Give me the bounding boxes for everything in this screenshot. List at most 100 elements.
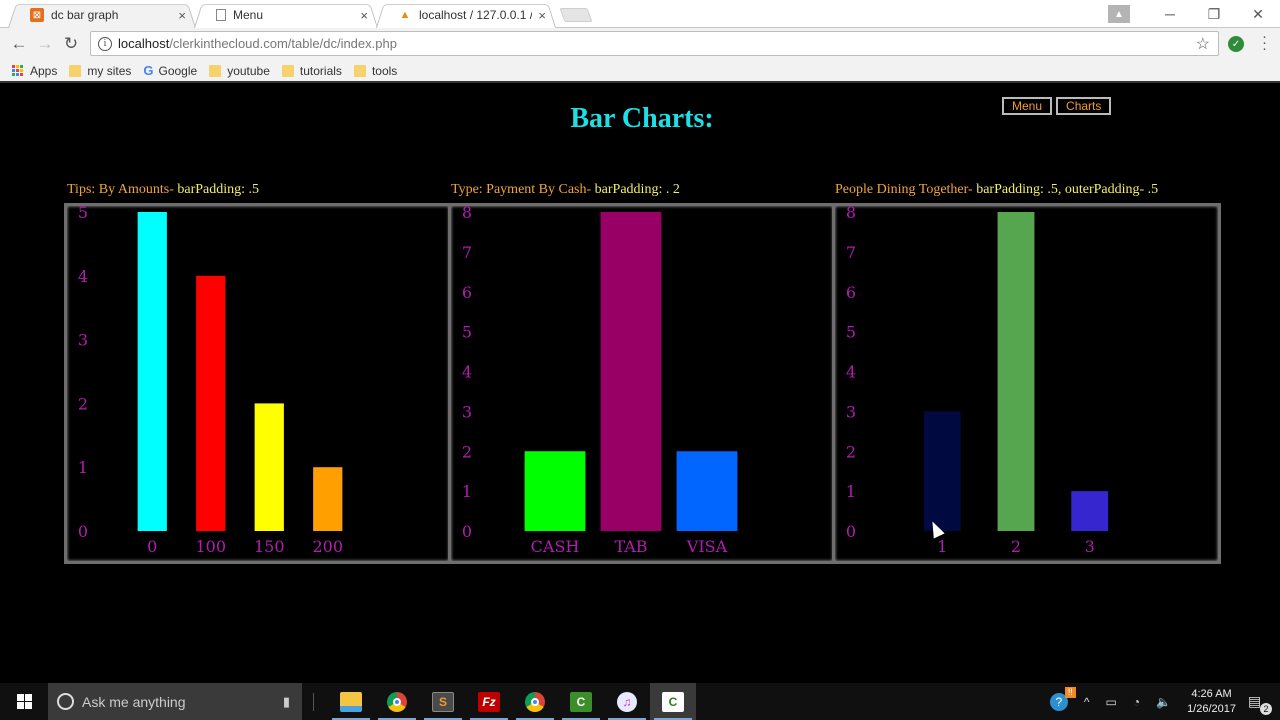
new-tab-button[interactable] (559, 8, 593, 22)
chart-title-text: Type: Payment By Cash- (451, 182, 592, 197)
windows-taskbar: Ask me anything ▮ S Fz C ♫ C ?!! ^ ▭ ◔ 🔈… (0, 683, 1280, 720)
chart-payment-type: 0 1 2 3 4 5 6 7 8 CASH TAB VISA (448, 203, 836, 564)
bookmark-label: my sites (87, 63, 132, 78)
bar-1[interactable] (923, 411, 961, 531)
bookmark-my-sites[interactable]: my sites (69, 64, 131, 78)
charts-button[interactable]: Charts (1056, 97, 1112, 115)
bookmark-google[interactable]: G Google (143, 63, 197, 78)
bookmark-tutorials[interactable]: tutorials (281, 64, 342, 78)
y-tick-label: 8 (462, 206, 472, 222)
tab-label: dc bar graph (51, 8, 119, 22)
taskbar-file-explorer[interactable] (328, 683, 374, 720)
tab-dc-bar-graph[interactable]: ⊠ dc bar graph × (8, 2, 196, 29)
help-icon[interactable]: ?!! (1049, 686, 1076, 711)
close-tab-icon[interactable]: × (360, 8, 368, 23)
menu-kebab-icon[interactable]: · · · (1262, 29, 1267, 56)
profile-icon[interactable]: ▲ (1108, 5, 1130, 23)
bar-cash[interactable] (524, 451, 586, 531)
y-tick-label: 1 (846, 482, 856, 501)
folder-icon (209, 64, 222, 77)
y-tick-label: 8 (846, 206, 856, 222)
y-tick-label: 7 (846, 243, 856, 262)
chart-title-text: Tips: By Amounts- (67, 182, 174, 197)
bar-0[interactable] (137, 212, 167, 531)
folder-icon (69, 64, 82, 77)
bookmark-youtube[interactable]: youtube (209, 64, 270, 78)
phpmyadmin-icon: ▲ (399, 9, 411, 21)
bar-100[interactable] (196, 275, 226, 531)
start-button[interactable] (0, 683, 48, 720)
y-tick-label: 5 (846, 323, 856, 342)
taskbar-chrome[interactable] (374, 683, 420, 720)
chrome-icon (387, 691, 407, 712)
y-tick-label: 5 (462, 323, 472, 342)
x-tick-label: 0 (147, 537, 157, 556)
window-controls: ▲ ─ ❐ ✕ (1108, 0, 1280, 28)
forward-button[interactable]: → (32, 34, 58, 54)
folder-icon (353, 64, 366, 77)
cortana-search[interactable]: Ask me anything ▮ (48, 683, 302, 720)
search-placeholder: Ask me anything (82, 693, 186, 710)
x-tick-label: CASH (531, 537, 580, 556)
notification-glyph: ▤ (1248, 692, 1262, 709)
taskbar-camtasia[interactable]: C (558, 683, 604, 720)
address-bar[interactable]: i localhost/clerkinthecloud.com/table/dc… (90, 31, 1219, 56)
reload-button[interactable]: ↻ (58, 34, 84, 54)
taskbar-itunes[interactable]: ♫ (604, 683, 650, 720)
filezilla-icon: Fz (478, 691, 500, 712)
tab-menu[interactable]: Menu × (194, 2, 378, 29)
taskbar-sublime-text[interactable]: S (420, 683, 466, 720)
clock-date: 1/26/2017 (1187, 702, 1236, 715)
bar-visa[interactable] (676, 451, 738, 531)
taskbar-filezilla[interactable]: Fz (466, 683, 512, 720)
bookmarks-bar: Apps my sites G Google youtube tutorials… (0, 60, 1280, 83)
help-glyph: ? (1055, 694, 1063, 709)
tab-phpmyadmin[interactable]: ▲ localhost / 127.0.0.1 / tal × (376, 2, 556, 29)
chart-subtitle-text: barPadding: . 2 (594, 182, 680, 197)
info-icon[interactable]: i (98, 36, 112, 51)
volume-icon[interactable]: 🔈 (1156, 695, 1171, 709)
x-tick-label: 100 (195, 537, 226, 556)
restore-button[interactable]: ❐ (1192, 6, 1236, 23)
bookmark-tools[interactable]: tools (353, 64, 397, 78)
bar-3[interactable] (1071, 491, 1109, 531)
x-tick-label: TAB (614, 537, 647, 556)
action-center-icon[interactable]: ▤ 2 (1248, 692, 1272, 715)
clock[interactable]: 4:26 AM 1/26/2017 (1187, 687, 1236, 717)
windows-logo-icon (16, 694, 32, 709)
show-hidden-icons-chevron-icon[interactable]: ^ (1084, 695, 1090, 709)
tab-label: Menu (233, 8, 264, 22)
bookmark-apps[interactable]: Apps (12, 64, 57, 78)
minimize-button[interactable]: ─ (1148, 6, 1192, 22)
divider (313, 692, 314, 711)
warning-badge-icon: !! (1064, 686, 1076, 698)
close-window-button[interactable]: ✕ (1236, 6, 1280, 23)
menu-button[interactable]: Menu (1002, 97, 1053, 115)
y-tick-label: 4 (462, 363, 472, 382)
bookmark-label: Apps (30, 63, 58, 78)
close-tab-icon[interactable]: × (538, 8, 546, 23)
taskbar-camtasia-recorder[interactable]: C (650, 683, 696, 720)
close-tab-icon[interactable]: × (178, 8, 186, 23)
wifi-icon[interactable]: ◔ (1133, 695, 1140, 709)
y-tick-label: 5 (78, 206, 88, 222)
bookmark-star-icon[interactable]: ☆ (1196, 34, 1210, 54)
chart-subtitle-text: barPadding: .5, outerPadding- .5 (976, 182, 1159, 197)
extension-check-icon[interactable]: ✓ (1228, 36, 1244, 52)
x-tick-label: VISA (686, 537, 728, 556)
notification-count: 2 (1260, 702, 1272, 715)
url-host: localhost (118, 36, 170, 51)
browser-toolbar: ← → ↻ i localhost/clerkinthecloud.com/ta… (0, 28, 1280, 60)
y-tick-label: 4 (846, 363, 856, 382)
back-button[interactable]: ← (6, 34, 32, 54)
bar-tab[interactable] (600, 212, 662, 531)
taskbar-chrome-2[interactable] (512, 683, 558, 720)
xampp-icon: ⊠ (30, 8, 44, 22)
sublime-text-icon: S (432, 691, 454, 712)
battery-icon[interactable]: ▭ (1106, 695, 1117, 709)
microphone-icon[interactable]: ▮ (283, 694, 290, 710)
bar-150[interactable] (254, 403, 284, 531)
bar-2[interactable] (997, 212, 1035, 531)
bar-200[interactable] (313, 467, 343, 531)
tab-strip: ⊠ dc bar graph × Menu × ▲ localhost / 12… (0, 0, 1280, 29)
